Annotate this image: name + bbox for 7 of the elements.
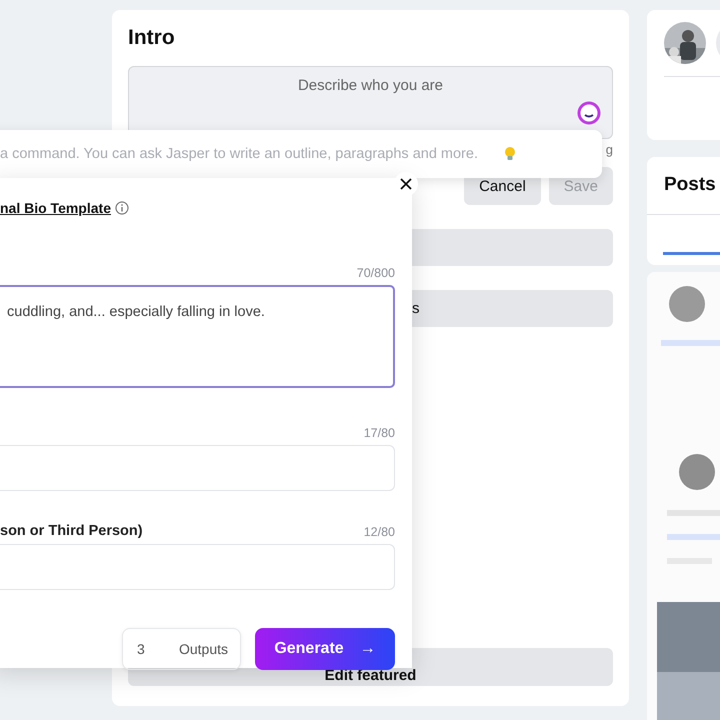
card-title: Posts (663, 173, 717, 197)
character-counter: 70/800 (356, 266, 395, 280)
field-label: son or Third Person) (0, 523, 143, 539)
hint-text: g (606, 142, 613, 159)
card-title: Intro (128, 26, 176, 51)
character-counter: 12/80 (364, 525, 395, 539)
character-counter: 17/80 (364, 426, 395, 440)
